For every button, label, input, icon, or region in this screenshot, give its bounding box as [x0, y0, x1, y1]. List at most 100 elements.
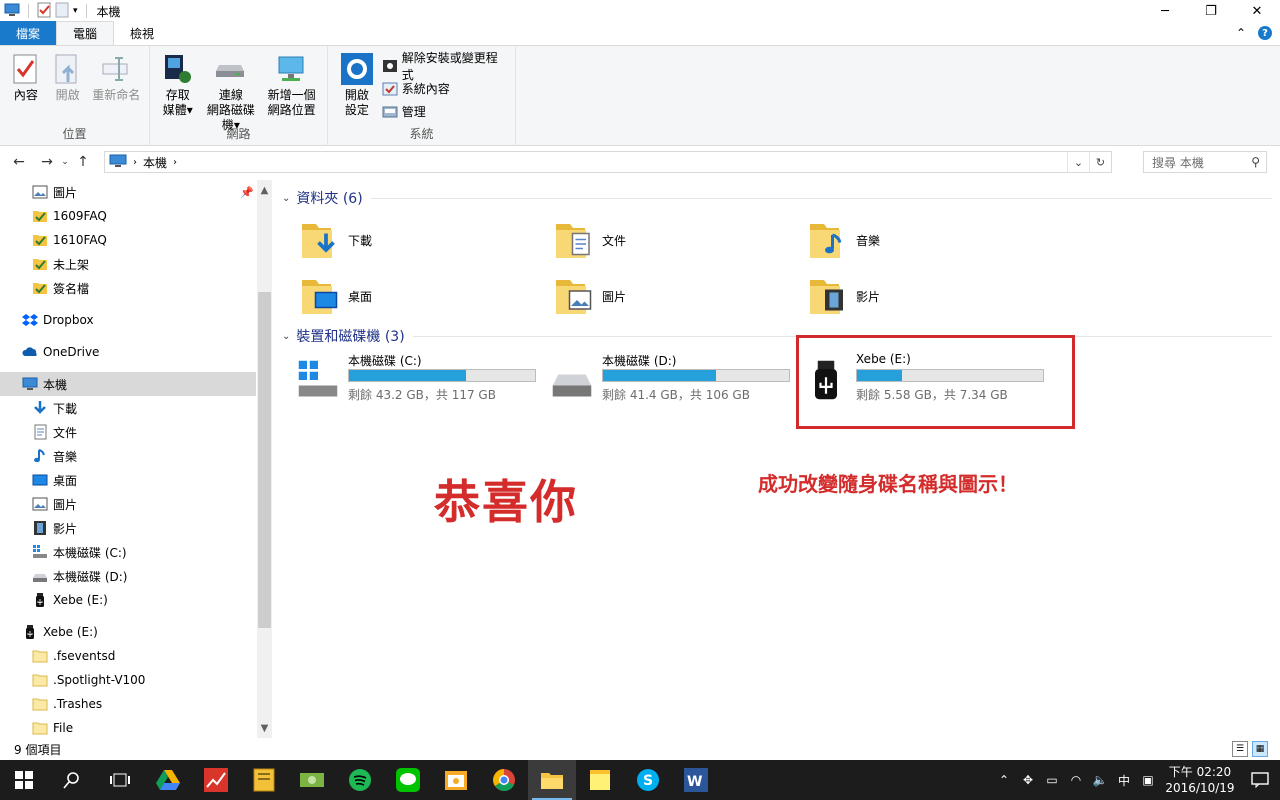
folder-tile[interactable]: 圖片 — [554, 270, 794, 322]
taskbar-file-explorer[interactable] — [528, 760, 576, 800]
nav-item[interactable]: 本機磁碟 (D:) — [0, 564, 256, 588]
details-view-button[interactable]: ☰ — [1232, 741, 1248, 757]
search-input[interactable]: 搜尋 本機 ⚲ — [1143, 151, 1267, 173]
address-dropdown-button[interactable]: ⌄ — [1067, 152, 1089, 172]
folder-tile[interactable]: 影片 — [808, 270, 1048, 322]
nav-item[interactable]: 文件 — [0, 420, 256, 444]
nav-item[interactable]: Dropbox — [0, 308, 256, 332]
taskbar-chrome[interactable] — [480, 760, 528, 800]
back-button[interactable]: ← — [8, 151, 30, 173]
folders-section-header[interactable]: ⌄ 資料夾 (6) — [282, 188, 1272, 208]
clock[interactable]: 下午 02:20 2016/10/19 — [1160, 764, 1240, 796]
nav-item[interactable]: .Spotlight-V100 — [0, 668, 256, 692]
taskbar-money-app[interactable] — [288, 760, 336, 800]
wifi-icon[interactable]: ◠ — [1064, 760, 1088, 800]
skype-icon: S — [637, 769, 659, 791]
tab-view[interactable]: 檢視 — [114, 21, 170, 45]
chevron-right-icon[interactable]: › — [133, 157, 137, 168]
recent-locations-button[interactable]: ⌄ — [58, 151, 72, 173]
search-button[interactable] — [48, 760, 96, 800]
drive-tile[interactable]: 本機磁碟 (D:) 剩餘 41.4 GB，共 106 GB — [548, 352, 798, 408]
folder-check-icon — [32, 280, 48, 296]
nav-item[interactable]: Xebe (E:) — [0, 620, 256, 644]
scroll-thumb[interactable] — [258, 292, 271, 628]
system-properties-button[interactable]: 系統內容 — [382, 79, 509, 98]
chevron-down-icon[interactable]: ⌄ — [282, 331, 290, 342]
nav-item[interactable]: 圖片 — [0, 492, 256, 516]
nav-item[interactable]: .Trashes — [0, 692, 256, 716]
item-count: 9 個項目 — [14, 742, 62, 757]
chevron-down-icon[interactable]: ⌄ — [282, 193, 290, 204]
collapse-ribbon-icon[interactable]: ⌃ — [1236, 26, 1246, 40]
taskbar-skype[interactable]: S — [624, 760, 672, 800]
keyboard-icon[interactable]: ▣ — [1136, 760, 1160, 800]
large-icons-view-button[interactable]: ▦ — [1252, 741, 1268, 757]
folder-tile[interactable]: 音樂 — [808, 214, 1048, 266]
start-button[interactable] — [0, 760, 48, 800]
nav-item[interactable]: 圖片 📌 — [0, 180, 256, 204]
folder-label: 下載 — [348, 233, 373, 248]
forward-button[interactable]: → — [36, 151, 58, 173]
address-bar[interactable]: › 本機 › ⌄ ↻ — [104, 151, 1112, 173]
taskbar-outlook[interactable] — [432, 760, 480, 800]
taskbar-spotify[interactable] — [336, 760, 384, 800]
drives-section-header[interactable]: ⌄ 裝置和磁碟機 (3) — [282, 326, 1272, 346]
nav-item[interactable]: File — [0, 716, 256, 738]
nav-item[interactable]: 簽名檔 — [0, 276, 256, 300]
nav-item[interactable]: 1610FAQ — [0, 228, 256, 252]
taskbar: S W ⌃ ✥ ▭ ◠ 🔈 中 ▣ 下午 02:20 2016/10/19 — [0, 760, 1280, 800]
folder-tile[interactable]: 桌面 — [300, 270, 540, 322]
nav-item[interactable]: 下載 — [0, 396, 256, 420]
folder-tile[interactable]: 下載 — [300, 214, 540, 266]
taskbar-notes-app[interactable] — [240, 760, 288, 800]
system-group: 開啟 設定 解除安裝或變更程式 系統內容 管理 系統 — [328, 46, 516, 146]
nav-scrollbar[interactable]: ▲ ▼ — [257, 180, 272, 738]
taskbar-word[interactable]: W — [672, 760, 720, 800]
drive-tile[interactable]: 本機磁碟 (C:) 剩餘 43.2 GB，共 117 GB — [294, 352, 544, 408]
refresh-button[interactable]: ↻ — [1089, 152, 1111, 172]
chevron-right-icon[interactable]: › — [173, 157, 177, 168]
close-button[interactable]: ✕ — [1234, 0, 1280, 22]
nav-item[interactable]: 本機磁碟 (C:) — [0, 540, 256, 564]
new-folder-icon[interactable] — [55, 2, 69, 21]
tab-computer[interactable]: 電腦 — [56, 21, 115, 45]
nav-item[interactable]: 未上架 — [0, 252, 256, 276]
task-view-button[interactable] — [96, 760, 144, 800]
nav-item[interactable]: Xebe (E:) — [0, 588, 256, 612]
help-icon[interactable]: ? — [1258, 26, 1272, 40]
nav-item-label: Xebe (E:) — [53, 593, 108, 607]
show-hidden-icons-button[interactable]: ⌃ — [992, 760, 1016, 800]
battery-icon[interactable]: ▭ — [1040, 760, 1064, 800]
folder-tile[interactable]: 文件 — [554, 214, 794, 266]
minimize-button[interactable]: ─ — [1142, 0, 1188, 22]
nav-item[interactable]: 1609FAQ — [0, 204, 256, 228]
nav-item[interactable]: 影片 — [0, 516, 256, 540]
tab-file[interactable]: 檔案 — [0, 21, 57, 45]
scroll-down-icon[interactable]: ▼ — [257, 720, 272, 736]
drive-usage-fill — [603, 370, 717, 381]
pin-icon[interactable]: 📌 — [240, 186, 254, 199]
breadcrumb[interactable]: 本機 — [143, 154, 167, 171]
nav-item[interactable]: OneDrive — [0, 340, 256, 364]
nav-item-label: OneDrive — [43, 345, 100, 359]
scroll-up-icon[interactable]: ▲ — [257, 182, 272, 198]
chevron-down-icon[interactable]: ▾ — [73, 6, 78, 16]
nav-item[interactable]: .fseventsd — [0, 644, 256, 668]
up-button[interactable]: ↑ — [72, 151, 94, 173]
manage-button[interactable]: 管理 — [382, 102, 509, 121]
ime-indicator[interactable]: 中 — [1112, 760, 1136, 800]
taskbar-google-drive[interactable] — [144, 760, 192, 800]
taskbar-chart-app[interactable] — [192, 760, 240, 800]
nav-item[interactable]: 桌面 — [0, 468, 256, 492]
windows-drive-icon — [294, 356, 342, 404]
volume-icon[interactable]: 🔈 — [1088, 760, 1112, 800]
uninstall-program-button[interactable]: 解除安裝或變更程式 — [382, 51, 509, 82]
properties-icon[interactable] — [37, 2, 51, 21]
nav-item[interactable]: 本機 — [0, 372, 256, 396]
nav-item[interactable]: 音樂 — [0, 444, 256, 468]
taskbar-sticky-notes[interactable] — [576, 760, 624, 800]
taskbar-line[interactable] — [384, 760, 432, 800]
notification-center-button[interactable] — [1240, 760, 1280, 800]
maximize-button[interactable]: ❐ — [1188, 0, 1234, 22]
dropbox-tray-icon[interactable]: ✥ — [1016, 760, 1040, 800]
